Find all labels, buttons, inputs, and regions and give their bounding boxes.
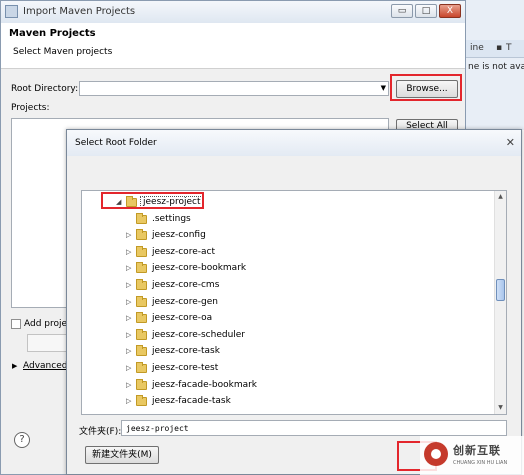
advanced-expand-icon[interactable]: ▶ — [12, 362, 17, 370]
folder-field[interactable]: jeesz-project — [121, 420, 507, 436]
app-icon — [5, 5, 18, 18]
tree-item-label: jeesz-core-cms — [152, 280, 220, 290]
close-button[interactable]: X — [439, 4, 461, 18]
root-directory-label: Root Directory: — [11, 84, 79, 94]
watermark-text-en: CHUANG XIN HU LIAN — [453, 460, 508, 466]
folder-icon — [136, 262, 147, 274]
background-tab-bar: ine ▪ T — [466, 40, 524, 58]
watermark-logo-icon — [424, 442, 448, 466]
tree-scrollbar[interactable]: ▲ ▼ — [494, 191, 506, 414]
expand-arrow-icon[interactable]: ▷ — [126, 264, 131, 272]
expand-arrow-icon[interactable]: ▷ — [126, 314, 131, 322]
expand-arrow-icon[interactable]: ▷ — [126, 381, 131, 389]
tree-item-label: jeesz-core-act — [152, 246, 215, 257]
tree-item-label: jeesz-facade-bookmark — [152, 379, 258, 390]
tree-item-label: jeesz-core-scheduler — [152, 329, 246, 340]
folder-icon — [136, 378, 147, 390]
dropdown-arrow-icon[interactable]: ▼ — [381, 84, 386, 92]
new-folder-button[interactable]: 新建文件夹(M) — [85, 446, 159, 464]
advanced-label[interactable]: Advanced — [23, 361, 67, 371]
wizard-title: Maven Projects — [9, 28, 96, 39]
scroll-thumb[interactable] — [496, 279, 505, 301]
scroll-up-icon[interactable]: ▲ — [495, 191, 506, 203]
folder-tree[interactable]: ◢ jeesz-project .settings ▷ jeesz-config ▷ jee… — [81, 190, 507, 415]
import-dialog-titlebar: Import Maven Projects ▭ □ X — [1, 1, 465, 23]
expand-arrow-icon[interactable]: ▷ — [126, 364, 131, 372]
background-tab-label-2: T — [506, 43, 512, 53]
background-tab-label: ine — [470, 43, 484, 53]
expand-arrow-icon[interactable]: ▷ — [126, 331, 131, 339]
expand-arrow-icon[interactable]: ▷ — [126, 397, 131, 405]
folder-icon — [136, 328, 147, 340]
tree-item-highlight — [101, 192, 204, 209]
folder-icon — [136, 279, 147, 290]
projects-label: Projects: — [11, 103, 50, 113]
tree-item-label: jeesz-core-test — [152, 363, 219, 373]
expand-arrow-icon[interactable]: ▷ — [126, 231, 131, 239]
folder-icon — [136, 345, 147, 357]
folder-label: 文件夹(F): — [79, 427, 122, 437]
import-dialog-title: Import Maven Projects — [23, 6, 136, 17]
folder-dialog-titlebar: Select Root Folder ✕ — [67, 130, 521, 156]
help-icon[interactable]: ? — [14, 432, 30, 448]
folder-icon — [136, 295, 147, 307]
folder-icon — [136, 212, 147, 224]
watermark: 创新互联 CHUANG XIN HU LIAN — [420, 436, 524, 475]
folder-icon — [136, 395, 147, 407]
wizard-subtitle: Select Maven projects — [13, 47, 113, 57]
folder-icon — [136, 312, 147, 324]
tree-item-label: jeesz-core-task — [152, 346, 220, 357]
add-project-label: Add proje — [24, 319, 68, 329]
tree-item-label: jeesz-core-gen — [152, 296, 218, 307]
root-directory-combo[interactable]: ▼ — [79, 81, 389, 96]
expand-arrow-icon[interactable]: ▷ — [126, 248, 131, 256]
close-icon[interactable]: ✕ — [506, 136, 515, 149]
scroll-down-icon[interactable]: ▼ — [495, 402, 506, 414]
select-root-folder-dialog: Select Root Folder ✕ ◢ jeesz-project .sett… — [66, 129, 522, 475]
wizard-header: Maven Projects Select Maven projects — [1, 23, 465, 69]
expand-arrow-icon[interactable]: ▷ — [126, 298, 131, 306]
tree-item-label: jeesz-facade-task — [152, 396, 231, 407]
minimize-button[interactable]: ▭ — [391, 4, 413, 18]
folder-dialog-title: Select Root Folder — [75, 138, 157, 148]
tree-item-label: .settings — [152, 213, 191, 224]
folder-icon — [136, 245, 147, 257]
folder-icon — [136, 229, 147, 241]
watermark-text-cn: 创新互联 — [453, 444, 501, 457]
expand-arrow-icon[interactable]: ▷ — [126, 347, 131, 355]
add-project-checkbox[interactable] — [11, 319, 21, 329]
expand-arrow-icon[interactable]: ▷ — [126, 281, 131, 289]
browse-highlight — [390, 74, 462, 101]
tree-item-label: jeesz-core-oa — [152, 313, 213, 324]
background-tab-icon: ▪ — [496, 43, 503, 53]
tree-item-label: jeesz-config — [152, 230, 206, 241]
maximize-button[interactable]: □ — [415, 4, 437, 18]
folder-icon — [136, 362, 147, 373]
tree-item-label: jeesz-core-bookmark — [152, 263, 247, 274]
background-text: ne is not avai — [468, 62, 524, 72]
